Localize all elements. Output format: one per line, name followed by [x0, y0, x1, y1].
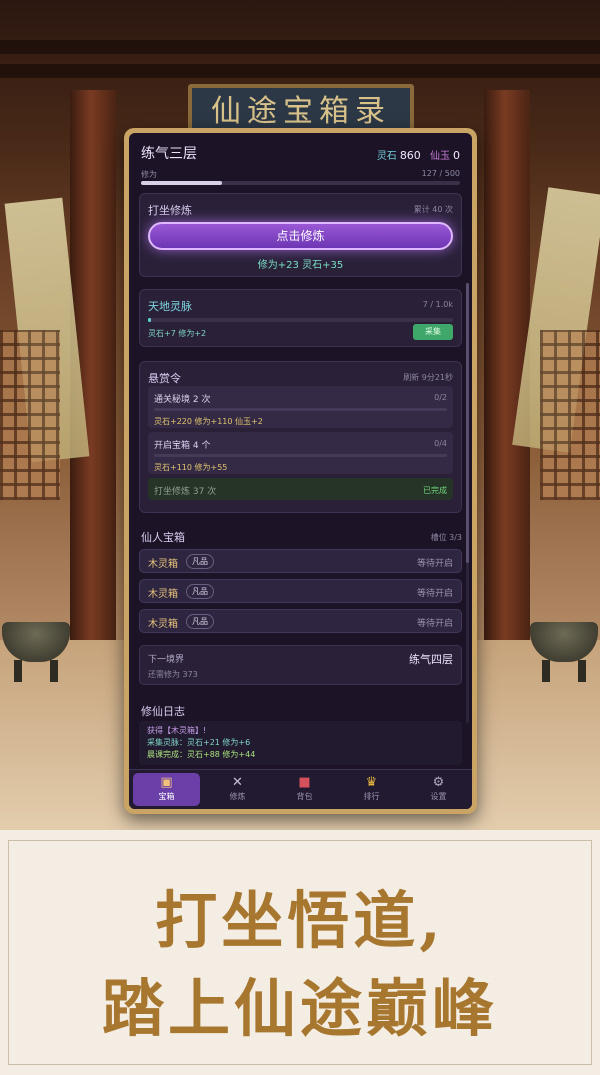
- incense-censer: [530, 612, 598, 682]
- chest-status: 等待开启: [416, 619, 453, 629]
- log-entry: 晨课完成：灵石+88 修为+44: [147, 750, 256, 759]
- log-title: 修仙日志: [141, 705, 185, 718]
- cultivation-log: 获得【木灵箱】! 采集灵脉：灵石+21 修为+6 晨课完成：灵石+88 修为+4…: [139, 721, 462, 765]
- meditate-card: 打坐修炼 累计 40 次 点击修炼 修为+23 灵石+35: [139, 193, 462, 277]
- chests-title: 仙人宝箱: [141, 531, 185, 544]
- collect-button[interactable]: 采集: [413, 324, 453, 340]
- tab-chest[interactable]: ▣ 宝箱: [133, 773, 200, 806]
- chest-tier-badge: 凡品: [186, 554, 214, 569]
- immortal-jade-label: 仙玉: [430, 151, 450, 162]
- chest-name: 木灵箱: [148, 589, 178, 600]
- chest-name: 木灵箱: [148, 619, 178, 630]
- resource-counter: 灵石 860 仙玉 0: [377, 147, 460, 162]
- quest-title: 通关秘境 2 次: [154, 395, 211, 405]
- lattice-window: [540, 330, 600, 500]
- chest-name: 木灵箱: [148, 559, 178, 570]
- practice-button[interactable]: 点击修炼: [148, 222, 453, 250]
- practice-gain-text: 修为+23 灵石+35: [257, 260, 344, 271]
- chest-tier-badge: 凡品: [186, 584, 214, 599]
- spirit-vein-bar: [148, 318, 453, 322]
- realm-name: 练气三层: [141, 146, 197, 162]
- scrollbar-thumb[interactable]: [466, 283, 469, 563]
- quest-title: 开启宝箱 4 个: [154, 441, 211, 451]
- quest-progress-bar: [154, 454, 447, 457]
- caption-line-2: 踏上仙途巅峰: [101, 972, 498, 1045]
- next-realm-value: 练气四层: [409, 653, 453, 666]
- cultivation-progress-bar: [141, 181, 460, 185]
- chest-tier-badge: 凡品: [186, 614, 214, 629]
- game-panel-frame: 练气三层 灵石 860 仙玉 0 修为 127 / 500 打坐修炼 累计 40 次…: [124, 128, 477, 814]
- tab-label: 修炼: [229, 792, 246, 801]
- spirit-stone-label: 灵石: [376, 151, 397, 162]
- quest-status: 已完成: [423, 486, 447, 495]
- chest-slots-note: 槽位 3/3: [430, 533, 462, 542]
- spirit-stone-value: 860: [399, 149, 421, 162]
- quest-reward: 灵石+220 修为+110 仙玉+2: [154, 417, 263, 426]
- lattice-window: [0, 330, 60, 500]
- bounty-quest-completed[interactable]: 打坐修炼 37 次 已完成: [148, 478, 453, 500]
- tab-settings[interactable]: ⚙ 设置: [405, 770, 472, 809]
- incense-censer: [2, 612, 70, 682]
- tab-bag[interactable]: ■ 背包: [271, 770, 338, 809]
- bounty-quest[interactable]: 通关秘境 2 次 0/2 灵石+220 修为+110 仙玉+2: [148, 386, 453, 428]
- swords-icon: ✕: [232, 775, 243, 790]
- bounty-refresh-timer: 刷新 9分21秒: [403, 373, 453, 382]
- chest-slot[interactable]: 木灵箱 凡品 等待开启: [139, 579, 462, 603]
- next-realm-label: 下一境界: [148, 655, 185, 665]
- bounty-quest[interactable]: 开启宝箱 4 个 0/4 灵石+110 修为+55: [148, 432, 453, 474]
- tab-label: 设置: [430, 792, 447, 801]
- bag-icon: ■: [298, 775, 311, 790]
- log-entry: 采集灵脉：灵石+21 修为+6: [147, 738, 251, 747]
- chest-slot[interactable]: 木灵箱 凡品 等待开启: [139, 549, 462, 573]
- chest-icon: ▣: [160, 775, 173, 790]
- status-header: 练气三层 灵石 860 仙玉 0 修为 127 / 500: [141, 143, 460, 185]
- spirit-vein-fill: [148, 318, 152, 322]
- roof-beam: [0, 64, 600, 78]
- cultivation-row: 修为 127 / 500: [141, 169, 460, 180]
- meditate-title: 打坐修炼: [148, 204, 192, 217]
- game-screen: 练气三层 灵石 860 仙玉 0 修为 127 / 500 打坐修炼 累计 40 次…: [129, 133, 472, 809]
- next-realm-requirement: 还需修为 373: [148, 670, 198, 679]
- content-scrollbar[interactable]: [466, 283, 469, 723]
- trophy-icon: ♛: [365, 775, 378, 790]
- chest-status: 等待开启: [416, 559, 453, 569]
- bounty-title: 悬赏令: [148, 372, 181, 385]
- tab-practice[interactable]: ✕ 修炼: [204, 770, 271, 809]
- tab-ranking[interactable]: ♛ 排行: [338, 770, 405, 809]
- cultivation-progress-fill: [141, 181, 223, 185]
- roof-beam: [0, 40, 600, 54]
- immortal-jade-value: 0: [453, 149, 460, 162]
- caption-line-1: 打坐悟道,: [155, 884, 445, 957]
- quest-title: 打坐修炼 37 次: [154, 487, 217, 497]
- next-realm-card: 下一境界 练气四层 还需修为 373: [139, 645, 462, 685]
- quest-progress: 0/2: [434, 393, 447, 402]
- cultivation-progress-text: 127 / 500: [421, 169, 460, 178]
- tab-label: 宝箱: [158, 792, 175, 801]
- tab-label: 排行: [363, 792, 380, 801]
- meditate-count: 累计 40 次: [413, 205, 453, 214]
- bottom-tab-bar: ▣ 宝箱 ✕ 修炼 ■ 背包 ♛ 排行 ⚙ 设置: [129, 769, 472, 809]
- chest-status: 等待开启: [416, 589, 453, 599]
- quest-progress: 0/4: [434, 439, 447, 448]
- chest-slot[interactable]: 木灵箱 凡品 等待开启: [139, 609, 462, 633]
- spirit-vein-card: 天地灵脉 7 / 1.0k 灵石+7 修为+2 采集: [139, 289, 462, 347]
- quest-progress-bar: [154, 408, 447, 411]
- gear-icon: ⚙: [432, 775, 445, 790]
- spirit-vein-title: 天地灵脉: [148, 300, 192, 313]
- spirit-vein-yield: 灵石+7 修为+2: [148, 329, 207, 338]
- bounty-card: 悬赏令 刷新 9分21秒 通关秘境 2 次 0/2 灵石+220 修为+110 …: [139, 361, 462, 513]
- tab-label: 背包: [296, 792, 313, 801]
- promo-caption: 打坐悟道, 踏上仙途巅峰: [0, 830, 600, 1075]
- quest-reward: 灵石+110 修为+55: [154, 463, 228, 472]
- cultivation-label: 修为: [141, 170, 157, 179]
- spirit-vein-progress: 7 / 1.0k: [422, 300, 453, 309]
- log-entry: 获得【木灵箱】!: [147, 726, 207, 735]
